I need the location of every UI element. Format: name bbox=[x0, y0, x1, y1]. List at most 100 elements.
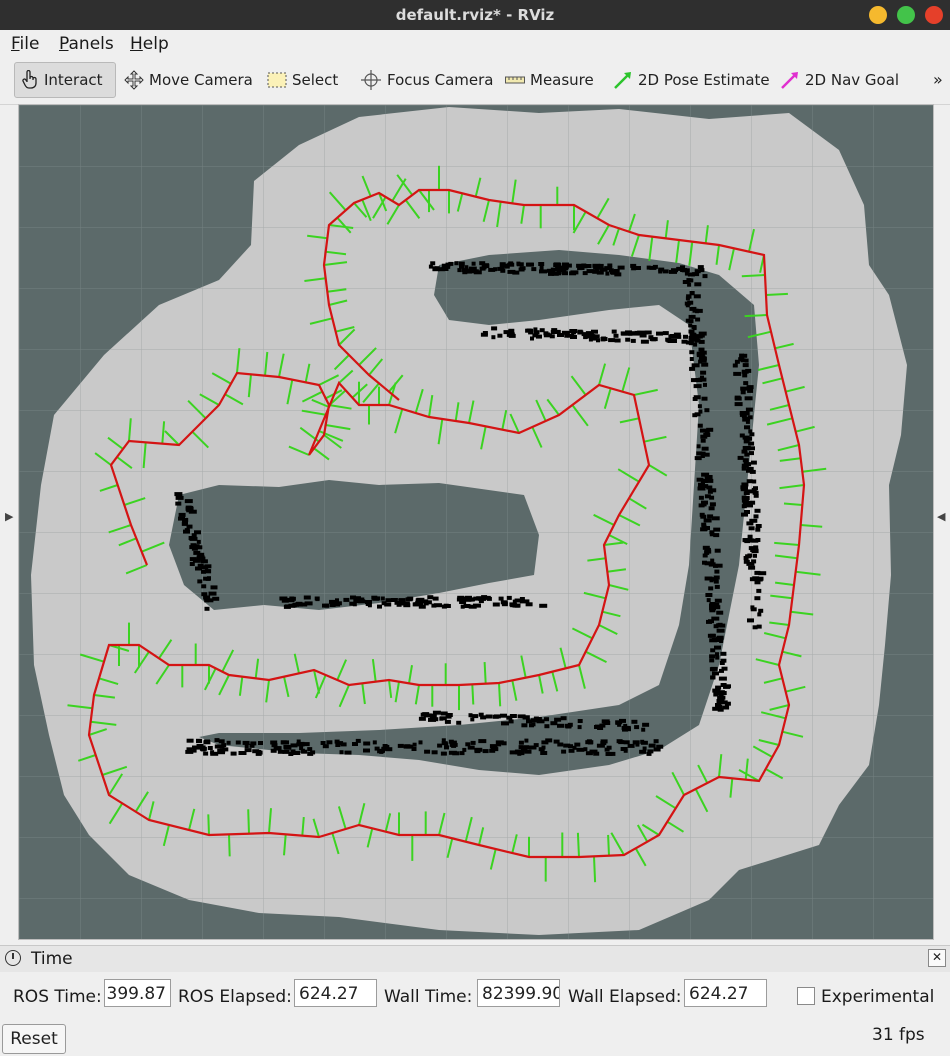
wall-cell bbox=[569, 329, 578, 333]
wall-cell bbox=[301, 602, 308, 607]
wall-cell bbox=[601, 719, 610, 724]
wall-cell bbox=[741, 449, 748, 454]
wall-cell bbox=[335, 598, 339, 603]
wall-cell bbox=[694, 456, 702, 461]
wall-cell bbox=[533, 743, 539, 748]
wall-cell bbox=[517, 714, 526, 719]
wall-cell bbox=[175, 495, 184, 500]
menu-panels[interactable]: Panels bbox=[59, 34, 114, 54]
right-dock-handle-icon[interactable]: ◀ bbox=[937, 510, 945, 523]
wall-cell bbox=[754, 596, 761, 601]
move-camera-icon bbox=[124, 70, 144, 90]
select-label: Select bbox=[292, 71, 339, 89]
wall-cell bbox=[697, 486, 706, 491]
wall-cell bbox=[496, 740, 503, 745]
nav-goal-tool-button[interactable]: 2D Nav Goal bbox=[780, 62, 899, 98]
wall-cell bbox=[744, 425, 750, 430]
wall-cell bbox=[641, 727, 646, 732]
wall-cell bbox=[491, 326, 498, 331]
minimize-button[interactable] bbox=[869, 6, 887, 24]
wall-cell bbox=[693, 294, 701, 299]
wall-cell bbox=[480, 332, 488, 337]
wall-cell bbox=[500, 600, 508, 605]
wall-cell bbox=[684, 301, 691, 306]
wall-cell bbox=[699, 268, 705, 273]
wall-cell bbox=[277, 749, 284, 754]
wall-elapsed-field[interactable]: 624.27 bbox=[684, 979, 767, 1007]
wall-cell bbox=[418, 716, 426, 721]
pose-arrow bbox=[228, 834, 231, 857]
wall-cell bbox=[396, 602, 402, 607]
wall-cell bbox=[444, 719, 451, 724]
wall-cell bbox=[686, 278, 692, 283]
menu-bar: File Panels Help bbox=[0, 30, 950, 58]
wall-cell bbox=[614, 338, 621, 343]
move-camera-tool-button[interactable]: Move Camera bbox=[124, 62, 253, 98]
wall-cell bbox=[613, 333, 619, 338]
wall-cell bbox=[599, 723, 606, 728]
wall-time-field[interactable]: 82399.90 bbox=[477, 979, 560, 1007]
wall-cell bbox=[642, 722, 650, 727]
wall-cell bbox=[303, 595, 311, 600]
wall-cell bbox=[640, 339, 649, 344]
measure-tool-button[interactable]: Measure bbox=[505, 62, 594, 98]
ros-time-label: ROS Time: bbox=[13, 987, 102, 1007]
wall-cell bbox=[648, 335, 654, 340]
wall-cell bbox=[479, 266, 486, 271]
wall-cell bbox=[704, 452, 710, 457]
wall-cell bbox=[478, 712, 484, 717]
wall-cell bbox=[540, 751, 548, 755]
wall-cell bbox=[722, 705, 730, 710]
wall-cell bbox=[754, 508, 761, 513]
menu-file[interactable]: File bbox=[11, 34, 39, 54]
toolbar-overflow-button[interactable]: » bbox=[933, 70, 943, 89]
render-view[interactable] bbox=[18, 104, 934, 940]
occupancy-map[interactable] bbox=[19, 105, 933, 939]
wall-cell bbox=[522, 745, 530, 750]
wall-cell bbox=[706, 598, 711, 603]
experimental-checkbox[interactable] bbox=[797, 987, 815, 1005]
wall-cell bbox=[702, 560, 707, 565]
wall-cell bbox=[508, 719, 514, 724]
pose-arrow bbox=[741, 274, 766, 278]
reset-button[interactable]: Reset bbox=[2, 1024, 66, 1054]
wall-cell bbox=[292, 602, 299, 607]
select-tool-button[interactable]: Select bbox=[267, 62, 338, 98]
close-window-button[interactable] bbox=[925, 6, 943, 24]
maximize-button[interactable] bbox=[897, 6, 915, 24]
focus-camera-tool-button[interactable]: Focus Camera bbox=[360, 62, 493, 98]
interact-tool-button[interactable]: Interact bbox=[14, 62, 116, 98]
pose-estimate-tool-button[interactable]: 2D Pose Estimate bbox=[613, 62, 770, 98]
wall-cell bbox=[689, 357, 694, 361]
wall-cell bbox=[688, 314, 696, 319]
wall-cell bbox=[184, 499, 193, 504]
wall-cell bbox=[724, 701, 731, 706]
close-icon[interactable]: ✕ bbox=[928, 949, 946, 967]
time-panel-title: Time bbox=[31, 949, 73, 969]
wall-cell bbox=[744, 510, 750, 514]
wall-cell bbox=[585, 264, 592, 268]
wall-cell bbox=[303, 742, 310, 747]
wall-cell bbox=[748, 446, 755, 451]
ros-time-field[interactable]: 2399.87 bbox=[104, 979, 171, 1007]
wall-cell bbox=[188, 509, 197, 514]
menu-help[interactable]: Help bbox=[130, 34, 169, 54]
left-dock-handle-icon[interactable]: ▶ bbox=[5, 510, 13, 523]
ros-elapsed-field[interactable]: 624.27 bbox=[294, 979, 377, 1007]
wall-cell bbox=[230, 751, 237, 756]
wall-cell bbox=[715, 602, 720, 607]
wall-cell bbox=[700, 479, 708, 483]
wall-cell bbox=[743, 411, 750, 416]
wall-cell bbox=[544, 724, 550, 729]
wall-cell bbox=[533, 716, 539, 721]
wall-cell bbox=[710, 675, 716, 680]
wall-cell bbox=[689, 336, 695, 341]
wall-cell bbox=[457, 268, 462, 273]
wall-cell bbox=[491, 335, 496, 340]
wall-cell bbox=[525, 602, 533, 607]
wall-cell bbox=[747, 534, 753, 539]
wall-cell bbox=[300, 748, 305, 753]
wall-cell bbox=[352, 602, 357, 607]
wall-cell bbox=[568, 748, 575, 753]
wall-cell bbox=[709, 654, 716, 659]
